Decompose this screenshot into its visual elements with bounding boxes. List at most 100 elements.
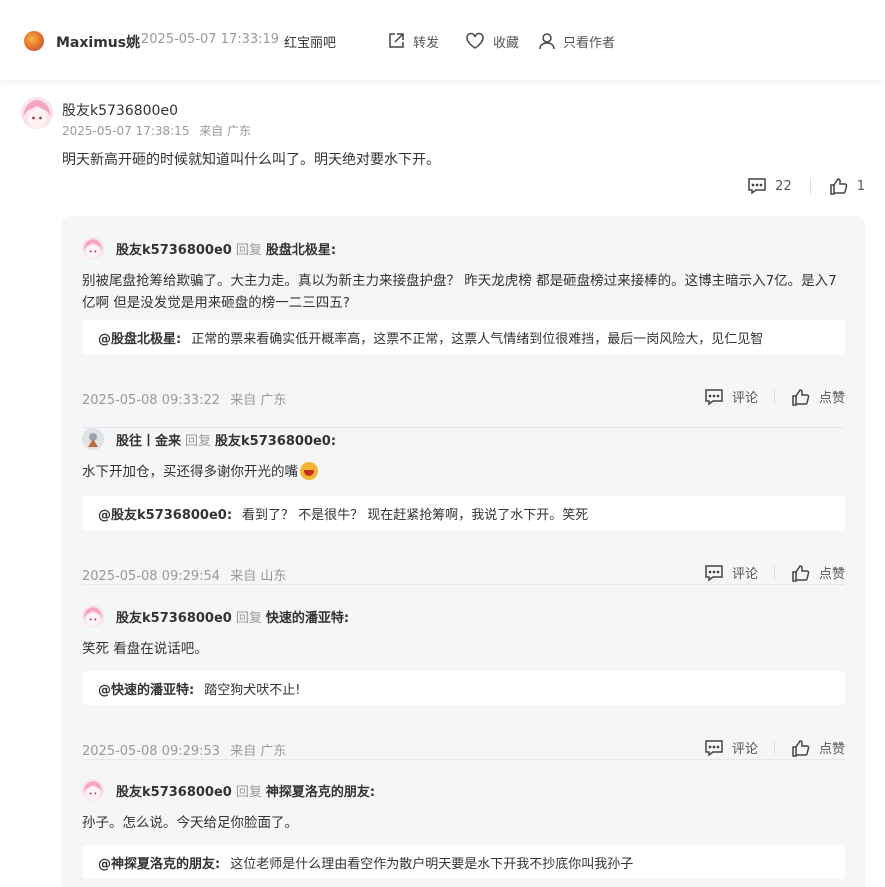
commenter-name[interactable]: 股友k5736800e0: [62, 100, 178, 120]
reply-footer: 2025-05-08 09:29:53 来自 广东 评论 点赞: [82, 738, 845, 760]
share-button[interactable]: 转发: [387, 30, 439, 52]
reply-user[interactable]: 股友k5736800e0: [116, 607, 232, 626]
reply-header: 股友k5736800e0 回复 股盘北极星:: [82, 236, 336, 260]
thumbs-up-icon: [829, 178, 848, 195]
reply-divider: [82, 584, 845, 585]
reply-meta: 2025-05-08 09:29:53 来自 广东: [82, 740, 286, 759]
quoted-comment: @股盘北极星: 正常的票来看确实低开概率高，这票不正常，这票人气情绪到位很难挡，…: [82, 320, 845, 354]
share-label: 转发: [413, 35, 440, 51]
reply-user[interactable]: 股往丨金来: [116, 430, 181, 449]
quoted-comment: @股友k5736800e0: 看到了？ 不是很牛？ 现在赶紧抢筹啊，我说了水下开…: [82, 496, 845, 530]
quoted-comment: @神探夏洛克的朋友: 这位老师是什么理由看空作为散户明天要是水下开我不抄底你叫我…: [82, 845, 845, 879]
reply-location: 来自 山东: [230, 569, 287, 584]
reply-meta: 2025-05-08 09:29:54 来自 山东: [82, 565, 286, 584]
reply-footer: 2025-05-08 09:33:22 来自 广东 评论 点赞: [82, 387, 845, 409]
reply-location: 来自 广东: [230, 744, 287, 759]
reply-comment-button[interactable]: 评论: [704, 563, 758, 582]
quoted-text: 这位老师是什么理由看空作为散户明天要是水下开我不抄底你叫我孙子: [230, 856, 634, 872]
reply-like-button[interactable]: 点赞: [791, 563, 845, 582]
like-label: 点赞: [818, 567, 845, 582]
comment-meta: 2025-05-07 17:38:15 来自 广东: [62, 122, 251, 139]
quoted-user[interactable]: @股友k5736800e0:: [98, 504, 232, 523]
action-divider: [773, 389, 775, 404]
reply-time: 2025-05-08 09:29:53: [82, 744, 221, 759]
reply-list: 股友k5736800e0 回复 股盘北极星: 别被尾盘抢筹给欺骗了。大主力走。真…: [62, 216, 865, 887]
comment-label: 评论: [731, 391, 758, 406]
author-avatar[interactable]: [24, 31, 44, 51]
reply-text: 别被尾盘抢筹给欺骗了。大主力走。真以为新主力来接盘护盘？ 昨天龙虎榜 都是砸盘榜…: [82, 273, 837, 311]
reply-text: 笑死 看盘在说话吧。: [82, 641, 208, 657]
comment-count-button[interactable]: 22: [747, 177, 792, 195]
laughing-emoji-icon: [300, 462, 318, 480]
reply-avatar[interactable]: [82, 779, 104, 801]
reply-word: 回复: [185, 433, 212, 449]
reply-text: 孙子。怎么说。今天给足你脸面了。: [82, 815, 298, 831]
comment-label: 评论: [731, 742, 758, 757]
reply-target[interactable]: 股友k5736800e0:: [215, 430, 336, 449]
reply-target[interactable]: 神探夏洛克的朋友:: [266, 781, 375, 800]
comment-location: 来自 广东: [199, 124, 252, 138]
like-label: 点赞: [818, 742, 845, 757]
post-header: Maximus姚 2025-05-07 17:33:19 红宝丽吧 转发 收藏 …: [0, 0, 885, 80]
action-divider: [773, 565, 775, 580]
like-label: 点赞: [818, 391, 845, 406]
comment-text: 明天新高开砸的时候就知道叫什么叫了。明天绝对要水下开。: [62, 152, 440, 168]
reply-avatar[interactable]: [82, 428, 104, 450]
reply-comment-button[interactable]: 评论: [704, 387, 758, 406]
reply-text: 水下开加仓，买还得多谢你开光的嘴: [82, 461, 845, 483]
reply-like-button[interactable]: 点赞: [791, 738, 845, 757]
quoted-user[interactable]: @神探夏洛克的朋友:: [98, 853, 220, 872]
reply-header: 股友k5736800e0 回复 快速的潘亚特:: [82, 604, 349, 628]
comment-count: 22: [775, 178, 792, 194]
reply-actions: 评论 点赞: [704, 387, 845, 406]
action-divider: [773, 740, 775, 755]
author-only-label: 只看作者: [563, 35, 616, 51]
reply-like-button[interactable]: 点赞: [791, 387, 845, 406]
reply-user[interactable]: 股友k5736800e0: [116, 239, 232, 258]
reply-word: 回复: [235, 784, 262, 800]
person-icon: [539, 33, 555, 50]
thumbs-up-icon: [792, 388, 810, 406]
post-time: 2025-05-07 17:33:19: [141, 32, 280, 47]
reply-comment-button[interactable]: 评论: [704, 738, 758, 757]
quoted-user[interactable]: @股盘北极星:: [98, 328, 181, 347]
commenter-avatar[interactable]: [21, 97, 53, 129]
quoted-text: 踏空狗犬吠不止!: [204, 682, 301, 698]
author-name[interactable]: Maximus姚: [56, 32, 140, 52]
reply-text-content: 水下开加仓，买还得多谢你开光的嘴: [82, 464, 298, 480]
favorite-label: 收藏: [493, 35, 520, 51]
favorite-button[interactable]: 收藏: [465, 30, 519, 52]
comment-icon: [705, 388, 723, 405]
like-count-button[interactable]: 1: [829, 177, 865, 195]
heart-icon: [466, 32, 484, 49]
reply-actions: 评论 点赞: [704, 738, 845, 757]
reply-user[interactable]: 股友k5736800e0: [116, 781, 232, 800]
reply-word: 回复: [235, 610, 262, 626]
comment-icon: [705, 564, 723, 581]
reply-meta: 2025-05-08 09:33:22 来自 广东: [82, 389, 286, 408]
reply-location: 来自 广东: [230, 393, 287, 408]
thumbs-up-icon: [792, 739, 810, 757]
reply-footer: 2025-05-08 09:29:54 来自 山东 评论 点赞: [82, 563, 845, 585]
reply-word: 回复: [235, 242, 262, 258]
comment-icon: [748, 178, 766, 195]
reply-avatar[interactable]: [82, 605, 104, 627]
thumbs-up-icon: [792, 564, 810, 582]
like-count: 1: [856, 178, 865, 194]
quoted-text: 看到了？ 不是很牛？ 现在赶紧抢筹啊，我说了水下开。笑死: [242, 507, 589, 523]
stats-divider: [809, 178, 811, 194]
reply-header: 股友k5736800e0 回复 神探夏洛克的朋友:: [82, 778, 375, 802]
quoted-user[interactable]: @快速的潘亚特:: [98, 679, 194, 698]
reply-actions: 评论 点赞: [704, 563, 845, 582]
author-only-button[interactable]: 只看作者: [539, 30, 615, 52]
reply-avatar[interactable]: [82, 237, 104, 259]
reply-target[interactable]: 快速的潘亚特:: [266, 607, 349, 626]
comment-stats: 22 1: [747, 176, 865, 196]
comment-icon: [705, 739, 723, 756]
comment-label: 评论: [731, 567, 758, 582]
reply-time: 2025-05-08 09:29:54: [82, 569, 221, 584]
reply-header: 股往丨金来 回复 股友k5736800e0:: [82, 427, 336, 451]
forum-name[interactable]: 红宝丽吧: [284, 32, 336, 51]
reply-target[interactable]: 股盘北极星:: [266, 239, 336, 258]
comment-time: 2025-05-07 17:38:15: [62, 124, 190, 138]
